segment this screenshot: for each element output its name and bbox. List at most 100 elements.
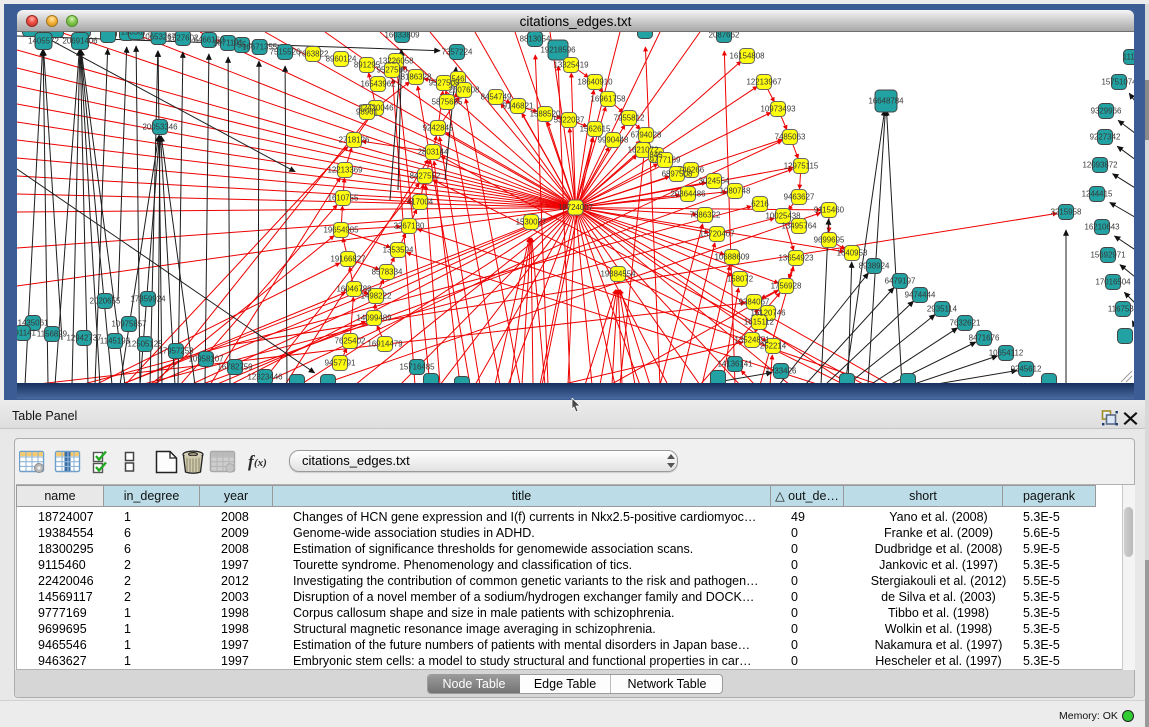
svg-text:6216: 6216 xyxy=(751,200,769,209)
svg-text:9227342: 9227342 xyxy=(1090,133,1121,142)
svg-text:1640953: 1640953 xyxy=(837,249,868,258)
svg-text:746266: 746266 xyxy=(678,166,705,175)
svg-text:7632621: 7632621 xyxy=(950,319,981,328)
svg-text:16120746: 16120746 xyxy=(750,309,786,318)
svg-text:15751074: 15751074 xyxy=(1101,78,1134,87)
svg-text:1610755: 1610755 xyxy=(328,194,359,203)
svg-text:16914479: 16914479 xyxy=(367,340,403,349)
svg-text:7515526: 7515526 xyxy=(270,48,301,57)
svg-text:16648784: 16648784 xyxy=(868,97,904,106)
svg-text:2020655: 2020655 xyxy=(90,297,121,306)
svg-text:17016504: 17016504 xyxy=(1095,278,1131,287)
svg-text:8454749: 8454749 xyxy=(481,93,512,102)
svg-text:7886322: 7886322 xyxy=(690,211,721,220)
svg-text:16033809: 16033809 xyxy=(384,32,420,40)
svg-text:6479197: 6479197 xyxy=(885,277,916,286)
svg-text:1435061: 1435061 xyxy=(18,319,49,328)
svg-text:7485063: 7485063 xyxy=(775,133,806,142)
svg-text:19218596: 19218596 xyxy=(540,46,576,55)
svg-text:2935114: 2935114 xyxy=(927,305,958,314)
svg-text:13226058: 13226058 xyxy=(378,57,414,66)
svg-text:9329966: 9329966 xyxy=(1091,107,1122,116)
svg-text:1145193: 1145193 xyxy=(100,337,131,346)
svg-text:12942737: 12942737 xyxy=(66,334,101,343)
svg-text:9245612: 9245612 xyxy=(1011,365,1042,374)
svg-text:7663822: 7663822 xyxy=(298,50,329,59)
svg-text:1733426: 1733426 xyxy=(766,367,797,376)
svg-text:9242845: 9242845 xyxy=(423,124,454,133)
svg-text:7955812: 7955812 xyxy=(614,114,645,123)
svg-text:15692971: 15692971 xyxy=(1090,251,1125,260)
svg-text:2607608: 2607608 xyxy=(449,86,480,95)
svg-text:10975857: 10975857 xyxy=(111,320,146,329)
svg-text:19384554: 19384554 xyxy=(600,270,636,279)
svg-text:12975115: 12975115 xyxy=(784,162,819,171)
svg-text:16543962: 16543962 xyxy=(360,80,395,89)
svg-text:18724007: 18724007 xyxy=(558,203,593,212)
svg-text:158072: 158072 xyxy=(727,275,753,284)
svg-text:8578334: 8578334 xyxy=(372,268,403,277)
svg-text:9384067: 9384067 xyxy=(739,298,770,307)
svg-text:8186328: 8186328 xyxy=(401,73,432,82)
svg-text:1156829: 1156829 xyxy=(37,330,68,339)
svg-text:9115460: 9115460 xyxy=(814,206,845,215)
svg-text:98961: 98961 xyxy=(356,108,378,117)
svg-text:12323446: 12323446 xyxy=(247,373,283,382)
svg-text:9699695: 9699695 xyxy=(814,236,845,245)
svg-text:9777169: 9777169 xyxy=(650,156,681,165)
svg-text:9457791: 9457791 xyxy=(325,359,356,368)
svg-text:8471676: 8471676 xyxy=(969,334,1000,343)
svg-text:8938924: 8938924 xyxy=(859,262,890,271)
svg-text:3215958: 3215958 xyxy=(1051,208,1082,217)
svg-text:19654985: 19654985 xyxy=(323,226,359,235)
svg-text:16210643: 16210643 xyxy=(1084,223,1120,232)
svg-text:1498222: 1498222 xyxy=(361,292,392,301)
svg-text:3267130: 3267130 xyxy=(394,222,425,231)
svg-text:3024554: 3024554 xyxy=(699,177,730,186)
svg-text:1244415: 1244415 xyxy=(1082,190,1113,199)
svg-text:391141: 391141 xyxy=(17,329,36,338)
svg-text:7625402: 7625402 xyxy=(335,337,366,346)
svg-text:9474444: 9474444 xyxy=(905,291,936,300)
svg-text:5322037: 5322037 xyxy=(554,116,585,125)
svg-text:5875685: 5875685 xyxy=(432,98,463,107)
svg-text:1562615: 1562615 xyxy=(580,125,611,134)
svg-text:7357224: 7357224 xyxy=(442,48,473,57)
svg-text:8960124: 8960124 xyxy=(326,55,357,64)
svg-text:10025438: 10025438 xyxy=(765,212,801,221)
svg-text:10654112: 10654112 xyxy=(989,349,1024,358)
svg-text:1405572: 1405572 xyxy=(28,37,59,46)
svg-text:16154808: 16154808 xyxy=(729,52,765,61)
svg-text:13325419: 13325419 xyxy=(553,61,589,70)
svg-text:10688609: 10688609 xyxy=(714,253,750,262)
svg-text:12213369: 12213369 xyxy=(327,166,363,175)
svg-text:2803144: 2803144 xyxy=(418,148,449,157)
svg-text:16961758: 16961758 xyxy=(590,95,626,104)
svg-text:2087662: 2087662 xyxy=(709,32,740,40)
svg-text:12093872: 12093872 xyxy=(1082,161,1117,170)
svg-text:(x): (x) xyxy=(254,457,267,469)
svg-text:417004: 417004 xyxy=(407,198,434,207)
svg-text:8427552: 8427552 xyxy=(410,172,441,181)
svg-text:20691406: 20691406 xyxy=(62,37,98,46)
svg-text:1615112: 1615112 xyxy=(744,318,774,327)
svg-text:14099489: 14099489 xyxy=(356,314,392,323)
svg-text:15716485: 15716485 xyxy=(399,363,435,372)
svg-text:9990448: 9990448 xyxy=(598,136,629,145)
svg-text:1167534: 1167534 xyxy=(1108,305,1134,314)
svg-text:10973493: 10973493 xyxy=(760,105,796,114)
svg-text:15720407: 15720407 xyxy=(699,230,734,239)
svg-text:12213967: 12213967 xyxy=(746,78,781,87)
svg-text:1112: 1112 xyxy=(1123,53,1134,62)
svg-text:1080748: 1080748 xyxy=(720,187,751,196)
svg-text:2718126: 2718126 xyxy=(339,136,370,145)
svg-text:8813054: 8813054 xyxy=(520,35,551,44)
svg-text:20364486: 20364486 xyxy=(670,190,706,199)
svg-text:1530027: 1530027 xyxy=(516,218,547,227)
svg-text:16782759: 16782759 xyxy=(217,363,253,372)
svg-text:1353594: 1353594 xyxy=(383,246,414,255)
svg-text:546: 546 xyxy=(451,75,465,84)
svg-text:13495764: 13495764 xyxy=(781,222,817,231)
svg-text:9463627: 9463627 xyxy=(784,193,815,202)
svg-text:13654923: 13654923 xyxy=(778,254,814,263)
